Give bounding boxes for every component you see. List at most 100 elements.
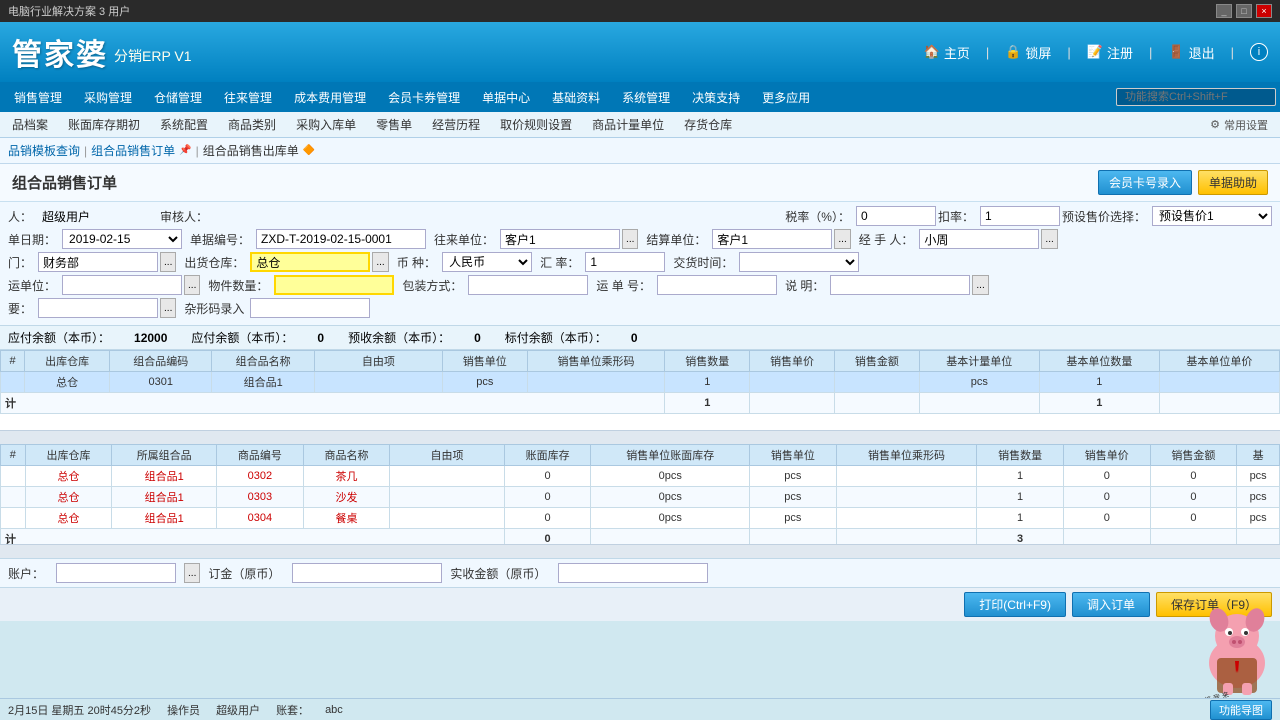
- package-input[interactable]: [468, 275, 588, 295]
- import-button[interactable]: 调入订单: [1072, 592, 1150, 617]
- require-input[interactable]: [38, 298, 158, 318]
- datetime-select[interactable]: [739, 252, 859, 272]
- upper-table-footer: 计 1 1: [1, 393, 1280, 414]
- currency-select[interactable]: 人民币: [442, 252, 532, 272]
- status-operator-label: 操作员: [167, 702, 200, 718]
- lower-table-row-2[interactable]: 总仓 组合品1 0303 沙发 0 0pcs pcs 1 0 0 pcs: [1, 487, 1280, 508]
- lock-link[interactable]: 🔒 锁屏: [1005, 43, 1051, 62]
- cell-baseunit: pcs: [919, 372, 1039, 393]
- currency-label: 币 种：: [397, 254, 440, 271]
- breadcrumb-close-icon[interactable]: 🔶: [303, 145, 315, 156]
- nav-transactions[interactable]: 往来管理: [214, 82, 282, 112]
- barcode-input[interactable]: [250, 298, 370, 318]
- discount-input[interactable]: 1: [980, 206, 1060, 226]
- sub-nav-unit[interactable]: 商品计量单位: [584, 114, 672, 135]
- sub-nav-inventory[interactable]: 存货仓库: [676, 114, 740, 135]
- register-link[interactable]: 📝 注册: [1087, 43, 1133, 62]
- exit-link[interactable]: 🚪 退出: [1168, 43, 1214, 62]
- warehouse-dots-btn[interactable]: ...: [372, 252, 388, 272]
- warehouse-input[interactable]: [250, 252, 370, 272]
- maximize-button[interactable]: □: [1236, 4, 1252, 18]
- info-link[interactable]: i: [1250, 43, 1268, 61]
- lower-col-no: #: [1, 445, 26, 466]
- lower-col-amount: 销售金额: [1150, 445, 1237, 466]
- client-input[interactable]: [500, 229, 620, 249]
- lower-table-scrollbar[interactable]: [0, 544, 1280, 558]
- exchange-input[interactable]: [585, 252, 665, 272]
- status-bar: 2月15日 星期五 20时45分2秒 操作员 超级用户 账套： abc 功能导图: [0, 698, 1280, 720]
- ship-input[interactable]: [62, 275, 182, 295]
- collected-value: 0: [474, 331, 481, 345]
- home-link[interactable]: 🏠 主页: [924, 43, 970, 62]
- function-map-button[interactable]: 功能导图: [1210, 700, 1272, 720]
- account-dots-btn[interactable]: ...: [184, 563, 200, 583]
- settlement-input[interactable]: [712, 229, 832, 249]
- settings-label: 常用设置: [1224, 117, 1268, 133]
- cell-code: 0301: [110, 372, 212, 393]
- sub-nav-purchase-in[interactable]: 采购入库单: [288, 114, 364, 135]
- nav-purchase[interactable]: 采购管理: [74, 82, 142, 112]
- lower-table-row-3[interactable]: 总仓 组合品1 0304 餐桌 0 0pcs pcs 1 0 0 pcs: [1, 508, 1280, 529]
- account-input[interactable]: [56, 563, 176, 583]
- sub-nav-stock-init[interactable]: 账面库存期初: [60, 114, 148, 135]
- order-amount-input[interactable]: [292, 563, 442, 583]
- nav-warehouse[interactable]: 仓储管理: [144, 82, 212, 112]
- nav-cost[interactable]: 成本费用管理: [284, 82, 376, 112]
- remark-dots-btn[interactable]: ...: [972, 275, 988, 295]
- help-btn[interactable]: 单据助助: [1198, 170, 1268, 195]
- actual-amount-input[interactable]: [558, 563, 708, 583]
- lower-col-base: 基: [1237, 445, 1280, 466]
- ship-dots-btn[interactable]: ...: [184, 275, 200, 295]
- main-nav: 销售管理 采购管理 仓储管理 往来管理 成本费用管理 会员卡券管理 单据中心 基…: [0, 82, 1280, 112]
- sub-nav-category[interactable]: 商品类别: [220, 114, 284, 135]
- tax-input[interactable]: 0: [856, 206, 936, 226]
- sub-nav-retail[interactable]: 零售单: [368, 114, 420, 135]
- order-no-input[interactable]: [256, 229, 426, 249]
- sub-nav-config[interactable]: 系统配置: [152, 114, 216, 135]
- sub-nav-price-rule[interactable]: 取价规则设置: [492, 114, 580, 135]
- nav-decision[interactable]: 决策支持: [682, 82, 750, 112]
- upper-table-scrollbar[interactable]: [0, 430, 1280, 444]
- lower-table-row-1[interactable]: 总仓 组合品1 0302 茶几 0 0pcs pcs 1 0 0 pcs: [1, 466, 1280, 487]
- nav-search-input[interactable]: [1116, 88, 1276, 106]
- nav-member[interactable]: 会员卡券管理: [378, 82, 470, 112]
- item-count-input[interactable]: [274, 275, 394, 295]
- date-select[interactable]: 2019-02-15: [62, 229, 182, 249]
- uncollected-label: 标付余额（本币）：: [505, 329, 607, 346]
- upper-table-row[interactable]: 总仓 0301 组合品1 pcs 1 pcs 1: [1, 372, 1280, 393]
- dept-input[interactable]: [38, 252, 158, 272]
- breadcrumb-item-2[interactable]: 组合品销售订单: [91, 142, 175, 159]
- handler-dots-btn[interactable]: ...: [1041, 229, 1057, 249]
- sub-nav-archive[interactable]: 品档案: [4, 114, 56, 135]
- settings-button[interactable]: ⚙ 常用设置: [1202, 115, 1276, 135]
- sub-nav-history[interactable]: 经营历程: [424, 114, 488, 135]
- member-card-btn[interactable]: 会员卡号录入: [1098, 170, 1192, 195]
- print-button[interactable]: 打印(Ctrl+F9): [964, 592, 1066, 617]
- nav-basic[interactable]: 基础资料: [542, 82, 610, 112]
- nav-more[interactable]: 更多应用: [752, 82, 820, 112]
- form-row-5: 要： ... 杂形码录入: [8, 298, 1272, 318]
- dept-dots-btn[interactable]: ...: [160, 252, 176, 272]
- lower-col-price: 销售单价: [1063, 445, 1150, 466]
- minimize-button[interactable]: _: [1216, 4, 1232, 18]
- close-button[interactable]: ×: [1256, 4, 1272, 18]
- dept-label: 门：: [8, 254, 36, 271]
- require-dots-btn[interactable]: ...: [160, 298, 176, 318]
- upper-col-no: #: [1, 351, 25, 372]
- handler-input[interactable]: [919, 229, 1039, 249]
- nav-orders[interactable]: 单据中心: [472, 82, 540, 112]
- breadcrumb: 品销模板查询 | 组合品销售订单 📌 | 组合品销售出库单 🔶: [0, 138, 1280, 164]
- nav-sales[interactable]: 销售管理: [4, 82, 72, 112]
- upper-col-warehouse: 出库仓库: [25, 351, 110, 372]
- price-select[interactable]: 预设售价1: [1152, 206, 1272, 226]
- settlement-dots-btn[interactable]: ...: [834, 229, 850, 249]
- remark-input[interactable]: [830, 275, 970, 295]
- ship-no-input[interactable]: [657, 275, 777, 295]
- logo-subtitle: 分销ERP V1: [114, 46, 192, 66]
- form-row-4: 运单位： ... 物件数量： 包装方式： 运 单 号： 说 明： ...: [8, 275, 1272, 295]
- client-dots-btn[interactable]: ...: [622, 229, 638, 249]
- upper-col-baseqty: 基本单位数量: [1039, 351, 1159, 372]
- item-count-label: 物件数量：: [208, 277, 272, 294]
- breadcrumb-item-1[interactable]: 品销模板查询: [8, 142, 80, 159]
- nav-system[interactable]: 系统管理: [612, 82, 680, 112]
